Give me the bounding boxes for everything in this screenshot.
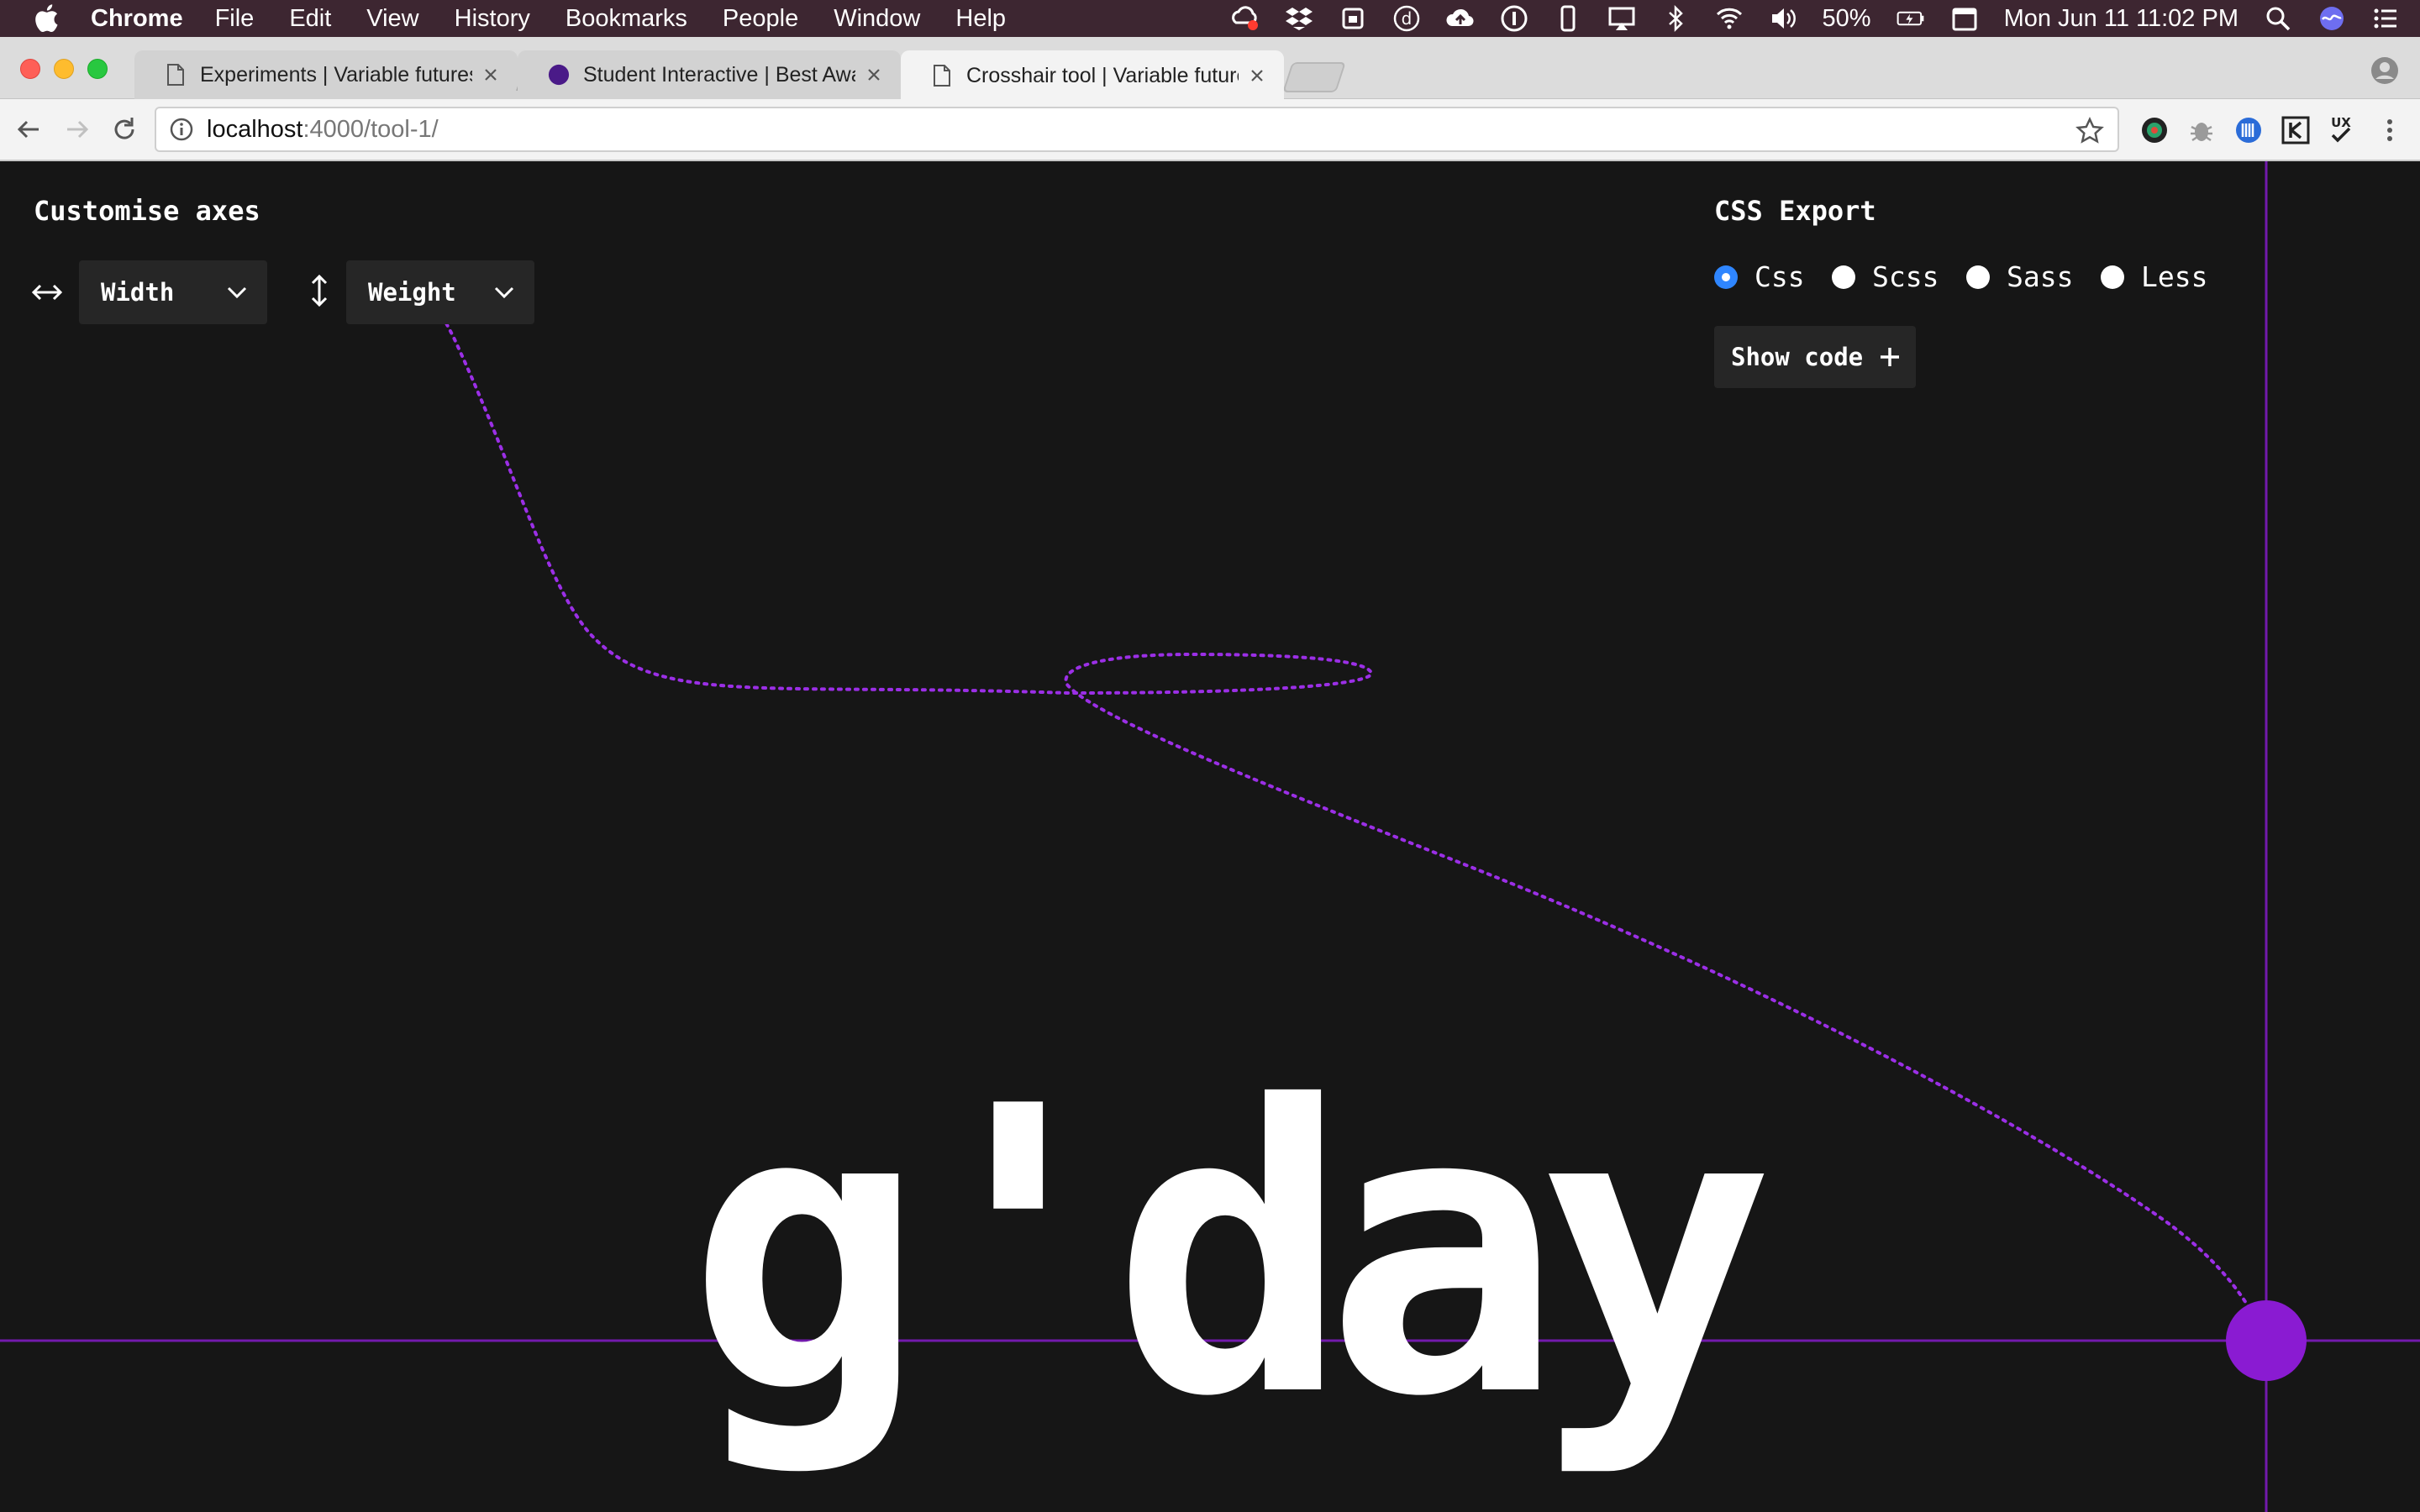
menu-bookmarks[interactable]: Bookmarks xyxy=(566,5,687,33)
k-extension-icon[interactable] xyxy=(2281,115,2311,145)
bookmark-star-icon[interactable] xyxy=(2075,117,2104,145)
radio-css[interactable]: Css xyxy=(1714,260,1805,293)
tab-experiments[interactable]: Experiments | Variable futures xyxy=(134,50,518,99)
radio-less[interactable]: Less xyxy=(2101,260,2207,293)
reload-icon[interactable] xyxy=(108,113,141,146)
window-minimize-button[interactable] xyxy=(54,59,74,79)
siri-icon[interactable] xyxy=(2317,4,2346,33)
radio-selected-indicator[interactable] xyxy=(1714,265,1738,289)
bug-extension-icon[interactable] xyxy=(2186,115,2217,145)
menu-history[interactable]: History xyxy=(455,5,530,33)
creative-cloud-icon[interactable] xyxy=(1231,4,1260,33)
close-tab-icon[interactable] xyxy=(1247,66,1267,86)
page-icon xyxy=(167,64,184,86)
close-tab-icon[interactable] xyxy=(481,65,501,85)
tab-title: Crosshair tool | Variable future xyxy=(966,63,1239,87)
dropbox-icon[interactable] xyxy=(1285,4,1313,33)
phone-icon[interactable] xyxy=(1554,4,1582,33)
forward-arrow-icon[interactable] xyxy=(60,113,94,146)
browser-toolbar: localhost:4000/tool-1/ UX xyxy=(0,99,2420,161)
x-axis-select-value: Width xyxy=(101,278,175,307)
chrome-menu-icon[interactable] xyxy=(2375,115,2405,145)
tab-strip: Experiments | Variable futures Student I… xyxy=(0,37,2420,101)
window-zoom-button[interactable] xyxy=(87,59,108,79)
url-host: localhost xyxy=(207,115,303,143)
battery-charging-icon[interactable] xyxy=(1897,4,1925,33)
wifi-icon[interactable] xyxy=(1715,4,1744,33)
cloud-upload-icon[interactable] xyxy=(1445,4,1475,33)
radio-indicator[interactable] xyxy=(2101,265,2124,289)
tab-crosshair-tool[interactable]: Crosshair tool | Variable future xyxy=(901,50,1284,101)
customise-axes-heading: Customise axes xyxy=(34,195,260,227)
apple-menu-icon[interactable] xyxy=(34,4,59,33)
css-export-heading: CSS Export xyxy=(1714,195,1876,227)
menu-help[interactable]: Help xyxy=(955,5,1006,33)
y-axis-select[interactable]: Weight xyxy=(346,260,534,324)
profile-icon[interactable] xyxy=(2368,54,2402,87)
ux-check-extension-icon[interactable]: UX xyxy=(2326,115,2356,145)
radio-indicator[interactable] xyxy=(1966,265,1990,289)
tab-title: Experiments | Variable futures xyxy=(200,62,472,87)
address-bar[interactable]: localhost:4000/tool-1/ xyxy=(155,107,2119,152)
page-icon xyxy=(934,65,950,87)
window-close-button[interactable] xyxy=(20,59,40,79)
menu-window[interactable]: Window xyxy=(834,5,920,33)
radio-label: Css xyxy=(1754,260,1805,293)
clock[interactable]: Mon Jun 11 11:02 PM xyxy=(2004,5,2238,33)
site-info-icon[interactable] xyxy=(168,116,195,143)
d-circle-icon[interactable]: d xyxy=(1392,4,1421,33)
menu-view[interactable]: View xyxy=(366,5,418,33)
battery-percent: 50% xyxy=(1822,4,1871,32)
status-area: d 50% Mon Jun 11 11:02 PM xyxy=(1231,0,2400,37)
purple-circle-icon xyxy=(548,64,570,86)
chevron-down-icon xyxy=(227,286,247,299)
type-specimen: g'day xyxy=(687,1023,1776,1483)
airplay-icon[interactable] xyxy=(1607,4,1636,33)
bluetooth-icon[interactable] xyxy=(1661,4,1690,33)
show-code-label: Show code xyxy=(1731,343,1864,371)
chevron-down-icon xyxy=(494,286,514,299)
show-code-button[interactable]: Show code xyxy=(1714,326,1916,388)
spotlight-search-icon[interactable] xyxy=(2264,4,2292,33)
menu-bar: Chrome File Edit View History Bookmarks … xyxy=(0,0,2420,37)
calendar-icon[interactable] xyxy=(1950,4,1979,33)
radio-label: Scss xyxy=(1872,260,1939,293)
radio-indicator[interactable] xyxy=(1832,265,1855,289)
menu-edit[interactable]: Edit xyxy=(289,5,331,33)
notification-center-icon[interactable] xyxy=(2371,4,2400,33)
radio-label: Sass xyxy=(2007,260,2074,293)
tab-student-interactive[interactable]: Student Interactive | Best Awa xyxy=(518,50,901,99)
menu-people[interactable]: People xyxy=(723,5,798,33)
x-axis-select[interactable]: Width xyxy=(79,260,267,324)
vertical-axis-icon xyxy=(311,274,328,307)
url-path: :4000/tool-1/ xyxy=(302,115,439,143)
password-manager-icon[interactable] xyxy=(1500,4,1528,33)
menu-file[interactable]: File xyxy=(215,5,255,33)
volume-icon[interactable] xyxy=(1769,4,1797,33)
y-axis-select-value: Weight xyxy=(368,278,456,307)
barcode-extension-icon[interactable] xyxy=(2233,115,2264,145)
horizontal-axis-icon xyxy=(31,284,63,301)
color-picker-extension-icon[interactable] xyxy=(2139,115,2170,145)
crosshair-handle[interactable] xyxy=(2226,1300,2307,1381)
svg-text:d: d xyxy=(1401,8,1412,29)
radio-sass[interactable]: Sass xyxy=(1966,260,2073,293)
radio-scss[interactable]: Scss xyxy=(1832,260,1939,293)
plus-icon xyxy=(1881,348,1900,366)
page-content: Customise axes Width Weight CSS Export C… xyxy=(0,161,2420,1512)
tab-title: Student Interactive | Best Awa xyxy=(583,62,855,87)
new-tab-button[interactable] xyxy=(1282,62,1346,92)
close-tab-icon[interactable] xyxy=(864,65,884,85)
radio-label: Less xyxy=(2141,260,2208,293)
menu-chrome[interactable]: Chrome xyxy=(91,5,183,33)
archive-icon[interactable] xyxy=(1339,4,1367,33)
back-arrow-icon[interactable] xyxy=(12,113,45,146)
